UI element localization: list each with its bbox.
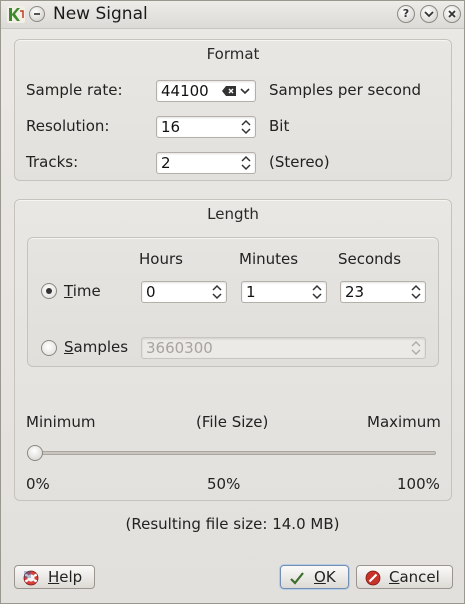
window-menu-icon[interactable] xyxy=(29,6,45,22)
time-mnemonic: T xyxy=(64,282,73,300)
spin-arrows-icon xyxy=(411,340,421,356)
sample-rate-combobox[interactable]: 44100 xyxy=(156,80,256,102)
cancel-mnemonic: C xyxy=(389,568,400,586)
slider-min-label: Minimum xyxy=(26,413,96,431)
cancel-label-rest: ancel xyxy=(399,568,440,586)
time-radio-label[interactable]: Time xyxy=(64,282,101,300)
seconds-value: 23 xyxy=(345,283,365,301)
resolution-value: 16 xyxy=(161,118,181,136)
new-signal-dialog: New Signal ? Format Sample rate: 44100 S… xyxy=(0,0,465,604)
minutes-value: 1 xyxy=(246,283,256,301)
resolution-spinbox[interactable]: 16 xyxy=(156,116,256,138)
hours-spinbox[interactable]: 0 xyxy=(141,281,227,303)
cancel-icon xyxy=(365,570,381,586)
samples-mnemonic: S xyxy=(64,338,74,356)
check-icon xyxy=(290,572,304,585)
resulting-file-size: (Resulting file size: 14.0 MB) xyxy=(125,515,340,533)
title-bar[interactable]: New Signal ? xyxy=(1,1,464,29)
ok-mnemonic: O xyxy=(314,568,326,586)
ok-button[interactable]: OK xyxy=(280,565,349,589)
sample-rate-label: Sample rate: xyxy=(26,81,123,99)
ok-label-rest: K xyxy=(325,568,336,586)
help-mnemonic: H xyxy=(48,568,60,586)
cancel-button[interactable]: Cancel xyxy=(356,565,453,589)
spin-arrows-icon[interactable] xyxy=(312,284,322,300)
time-label-rest: ime xyxy=(72,282,101,300)
help-icon[interactable]: ? xyxy=(397,5,415,23)
samples-value: 3660300 xyxy=(146,339,213,357)
chevron-down-icon[interactable] xyxy=(240,86,250,96)
slider-max-label: Maximum xyxy=(367,413,441,431)
tracks-label: Tracks: xyxy=(26,153,79,171)
help-lifebuoy-icon xyxy=(23,570,39,586)
samples-radio[interactable] xyxy=(41,340,57,356)
length-group-title: Length xyxy=(207,205,259,223)
samples-radio-label[interactable]: Samples xyxy=(64,338,128,356)
slider-tick-min: 0% xyxy=(26,475,50,493)
slider-mid-label: (File Size) xyxy=(196,413,269,431)
spin-arrows-icon[interactable] xyxy=(241,119,251,135)
samples-spinbox[interactable]: 3660300 xyxy=(141,337,426,359)
window-title: New Signal xyxy=(53,4,148,24)
hours-column-label: Hours xyxy=(139,250,183,268)
sample-rate-unit: Samples per second xyxy=(269,81,422,99)
format-group-title: Format xyxy=(206,45,260,63)
seconds-spinbox[interactable]: 23 xyxy=(340,281,426,303)
slider-tick-mid: 50% xyxy=(207,475,241,493)
hours-value: 0 xyxy=(146,283,156,301)
tracks-value: 2 xyxy=(161,154,171,172)
time-radio[interactable] xyxy=(41,283,57,299)
minutes-column-label: Minutes xyxy=(239,250,299,268)
samples-label-rest: amples xyxy=(73,338,129,356)
spin-arrows-icon[interactable] xyxy=(212,284,222,300)
clear-text-icon[interactable] xyxy=(221,85,237,97)
minutes-spinbox[interactable]: 1 xyxy=(241,281,327,303)
slider-tick-max: 100% xyxy=(397,475,440,493)
file-size-slider-handle[interactable] xyxy=(27,445,43,461)
tracks-unit: (Stereo) xyxy=(269,153,330,171)
file-size-slider-track[interactable] xyxy=(30,451,436,455)
seconds-column-label: Seconds xyxy=(338,250,402,268)
sample-rate-value: 44100 xyxy=(161,82,209,100)
help-label-rest: elp xyxy=(59,568,83,586)
minimize-icon[interactable] xyxy=(420,5,438,23)
help-button[interactable]: Help xyxy=(14,565,95,589)
close-icon[interactable] xyxy=(443,5,461,23)
spin-arrows-icon[interactable] xyxy=(241,155,251,171)
tracks-spinbox[interactable]: 2 xyxy=(156,152,256,174)
resolution-label: Resolution: xyxy=(26,117,110,135)
spin-arrows-icon[interactable] xyxy=(411,284,421,300)
resolution-unit: Bit xyxy=(269,117,290,135)
kwave-app-icon xyxy=(7,6,25,23)
